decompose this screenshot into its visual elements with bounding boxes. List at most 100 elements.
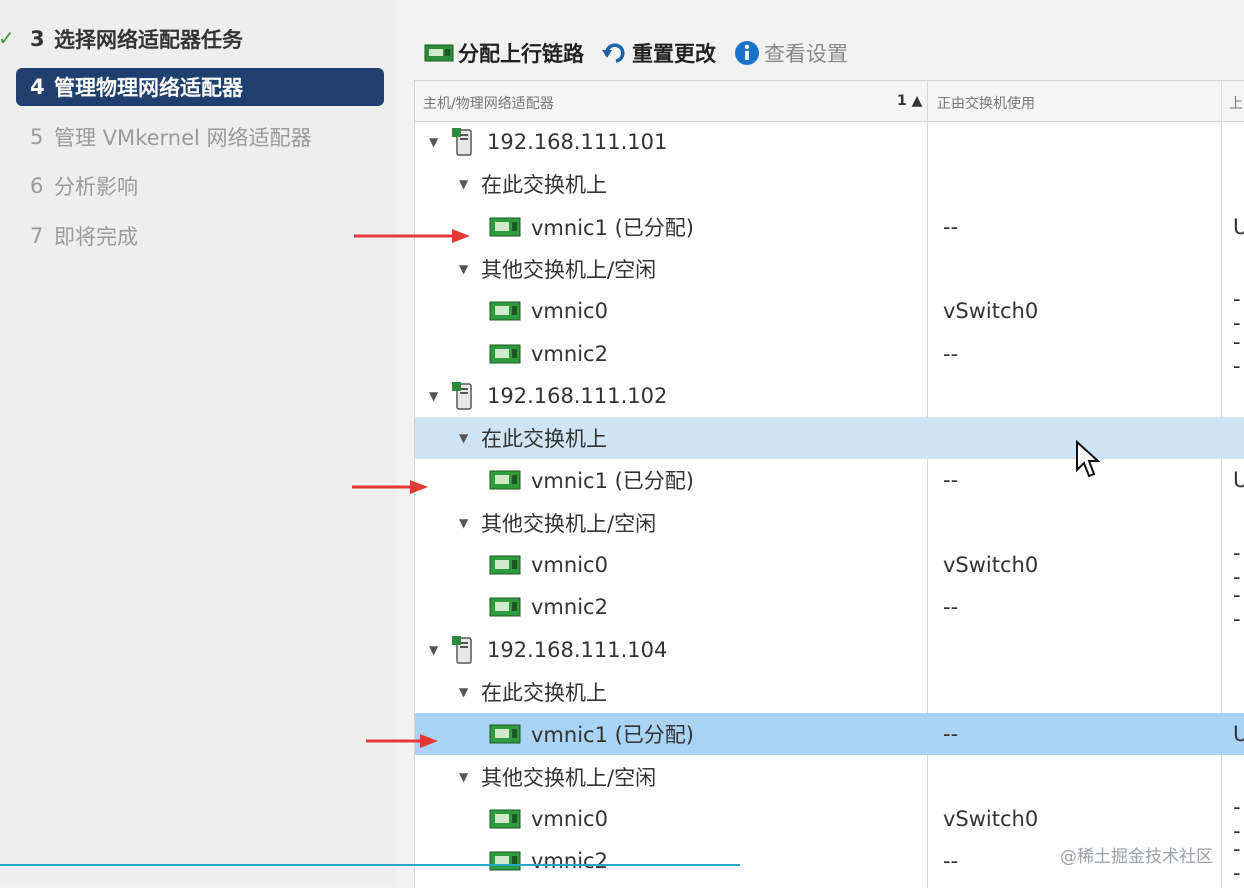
tree-cell: vmnic0 xyxy=(489,798,608,840)
group-row[interactable]: ▼ 在此交换机上 xyxy=(415,417,1244,460)
network-adapter-icon xyxy=(489,851,521,871)
group-row[interactable]: ▼ 在此交换机上 xyxy=(415,163,1244,205)
host-row[interactable]: ▼ 192.168.111.101 xyxy=(415,121,1244,163)
adapter-row[interactable]: vmnic0 vSwitch0 -- xyxy=(415,794,1244,843)
adapter-row[interactable]: vmnic2 -- -- xyxy=(415,583,1244,632)
uplink-cell: -- xyxy=(1233,837,1241,886)
adapter-tree-grid: 主机/物理网络适配器 1 ▲ 正由交换机使用 上 ▼ 192.168.111.10… xyxy=(414,80,1244,888)
group-label: 在此交换机上 xyxy=(481,173,607,198)
wizard-step-4[interactable]: 4 管理物理网络适配器 xyxy=(16,68,384,106)
wizard-step-5[interactable]: 5 管理 VMkernel 网络适配器 xyxy=(16,118,384,156)
annotation-arrow xyxy=(366,734,438,748)
step-label: 分析影响 xyxy=(54,175,138,199)
step-number: 7 xyxy=(30,224,44,248)
network-adapter-icon xyxy=(424,44,454,62)
adapter-row[interactable]: vmnic2 -- -- xyxy=(415,329,1244,378)
wizard-step-3[interactable]: 3 选择网络适配器任务 xyxy=(16,20,384,58)
wizard-steps-panel: ✓ 3 选择网络适配器任务 4 管理物理网络适配器 5 管理 VMkernel … xyxy=(0,0,396,887)
tree-cell: ▼ 192.168.111.101 xyxy=(429,121,667,163)
adapter-label: vmnic1 (已分配) xyxy=(531,469,694,494)
reset-changes-button[interactable]: 重置更改 xyxy=(602,38,716,68)
expand-toggle-icon[interactable]: ▼ xyxy=(459,262,481,276)
adapter-row[interactable]: vmnic0 vSwitch0 -- xyxy=(415,541,1244,589)
adapter-label: vmnic2 xyxy=(531,595,608,620)
host-row[interactable]: ▼ 192.168.111.102 xyxy=(415,375,1244,417)
progress-line xyxy=(0,864,740,866)
assign-uplink-button[interactable]: 分配上行链路 xyxy=(424,38,584,68)
tree-cell: vmnic1 (已分配) xyxy=(489,713,694,755)
expand-toggle-icon[interactable]: ▼ xyxy=(429,135,451,149)
sort-indicator[interactable]: 1 ▲ xyxy=(897,93,922,109)
expand-toggle-icon[interactable]: ▼ xyxy=(429,389,451,403)
switch-usage-cell: vSwitch0 xyxy=(943,553,1039,577)
view-settings-button[interactable]: 查看设置 xyxy=(734,38,848,68)
network-adapter-icon xyxy=(489,597,521,617)
host-ip-label: 192.168.111.102 xyxy=(487,383,668,408)
expand-toggle-icon[interactable]: ▼ xyxy=(459,177,481,191)
expand-toggle-icon[interactable]: ▼ xyxy=(459,516,481,530)
wizard-step-7[interactable]: 7 即将完成 xyxy=(16,217,384,255)
column-header-switch[interactable]: 正由交换机使用 xyxy=(937,93,1035,113)
expand-toggle-icon[interactable]: ▼ xyxy=(459,431,481,445)
tree-cell: ▼ 其他交换机上/空闲 xyxy=(459,756,656,798)
tree-cell: vmnic2 xyxy=(489,586,608,628)
group-row[interactable]: ▼ 其他交换机上/空闲 xyxy=(415,248,1244,290)
tree-cell: ▼ 在此交换机上 xyxy=(459,163,607,205)
switch-usage-cell: -- xyxy=(943,341,959,366)
tree-cell: ▼ 在此交换机上 xyxy=(459,671,607,713)
tree-cell: ▼ 192.168.111.102 xyxy=(429,375,667,417)
annotation-arrow xyxy=(354,229,470,243)
network-adapter-icon xyxy=(489,470,521,490)
toolbar: 分配上行链路 重置更改 查看设置 xyxy=(424,37,866,69)
uplink-cell: -- xyxy=(1233,794,1241,843)
adapter-label: vmnic0 xyxy=(531,553,608,577)
expand-toggle-icon[interactable]: ▼ xyxy=(459,770,481,784)
uplink-cell: -- xyxy=(1233,329,1241,378)
adapter-row[interactable]: vmnic1 (已分配) -- U xyxy=(415,459,1244,501)
switch-usage-cell: -- xyxy=(943,722,959,747)
adapter-row[interactable]: vmnic1 (已分配) -- U xyxy=(415,206,1244,248)
adapter-row[interactable]: vmnic1 (已分配) -- U xyxy=(415,713,1244,756)
group-label: 在此交换机上 xyxy=(481,680,607,705)
tree-cell: vmnic2 xyxy=(489,333,608,375)
network-adapter-icon xyxy=(489,555,521,575)
switch-usage-cell: -- xyxy=(943,214,959,239)
uplink-cell: U xyxy=(1233,206,1244,248)
uplink-cell: U xyxy=(1233,713,1244,755)
column-header-uplink[interactable]: 上 xyxy=(1229,93,1243,113)
group-label: 在此交换机上 xyxy=(481,427,607,452)
annotation-arrow xyxy=(352,480,428,494)
adapter-label: vmnic0 xyxy=(531,299,608,324)
watermark: @稀土掘金技术社区 xyxy=(1060,847,1213,867)
tree-cell: vmnic0 xyxy=(489,290,608,332)
switch-usage-cell: vSwitch0 xyxy=(943,806,1039,831)
tree-cell: vmnic1 (已分配) xyxy=(489,459,694,501)
group-row[interactable]: ▼ 其他交换机上/空闲 xyxy=(415,502,1244,544)
wizard-step-6[interactable]: 6 分析影响 xyxy=(16,167,384,205)
uplink-cell: -- xyxy=(1233,541,1241,589)
uplink-cell: -- xyxy=(1233,583,1241,632)
network-adapter-icon xyxy=(489,809,521,829)
group-label: 其他交换机上/空闲 xyxy=(481,511,657,536)
adapter-label: vmnic1 (已分配) xyxy=(531,215,694,240)
group-row[interactable]: ▼ 其他交换机上/空闲 xyxy=(415,756,1244,798)
tree-cell: ▼ 在此交换机上 xyxy=(459,417,607,459)
network-adapter-icon xyxy=(489,344,521,363)
column-header-adapter[interactable]: 主机/物理网络适配器 xyxy=(423,93,554,113)
uplink-cell: U xyxy=(1233,459,1244,501)
tree-cell: vmnic0 xyxy=(489,544,608,586)
adapter-row[interactable]: vmnic0 vSwitch0 -- xyxy=(415,287,1244,336)
group-label: 其他交换机上/空闲 xyxy=(481,257,657,282)
expand-toggle-icon[interactable]: ▼ xyxy=(459,685,481,699)
host-ip-label: 192.168.111.101 xyxy=(487,130,668,154)
tree-cell: vmnic1 (已分配) xyxy=(489,206,694,248)
uplink-cell: -- xyxy=(1233,287,1241,336)
main-content: 分配上行链路 重置更改 查看设置 主机/物理网络适配器 1 ▲ 正由交换机使用 … xyxy=(396,0,1244,888)
view-settings-label: 查看设置 xyxy=(764,42,848,66)
expand-toggle-icon[interactable]: ▼ xyxy=(429,643,451,657)
group-row[interactable]: ▼ 在此交换机上 xyxy=(415,671,1244,713)
assign-uplink-label: 分配上行链路 xyxy=(458,42,584,66)
adapter-label: vmnic2 xyxy=(531,849,608,874)
host-row[interactable]: ▼ 192.168.111.104 xyxy=(415,629,1244,671)
group-label: 其他交换机上/空闲 xyxy=(481,765,657,790)
